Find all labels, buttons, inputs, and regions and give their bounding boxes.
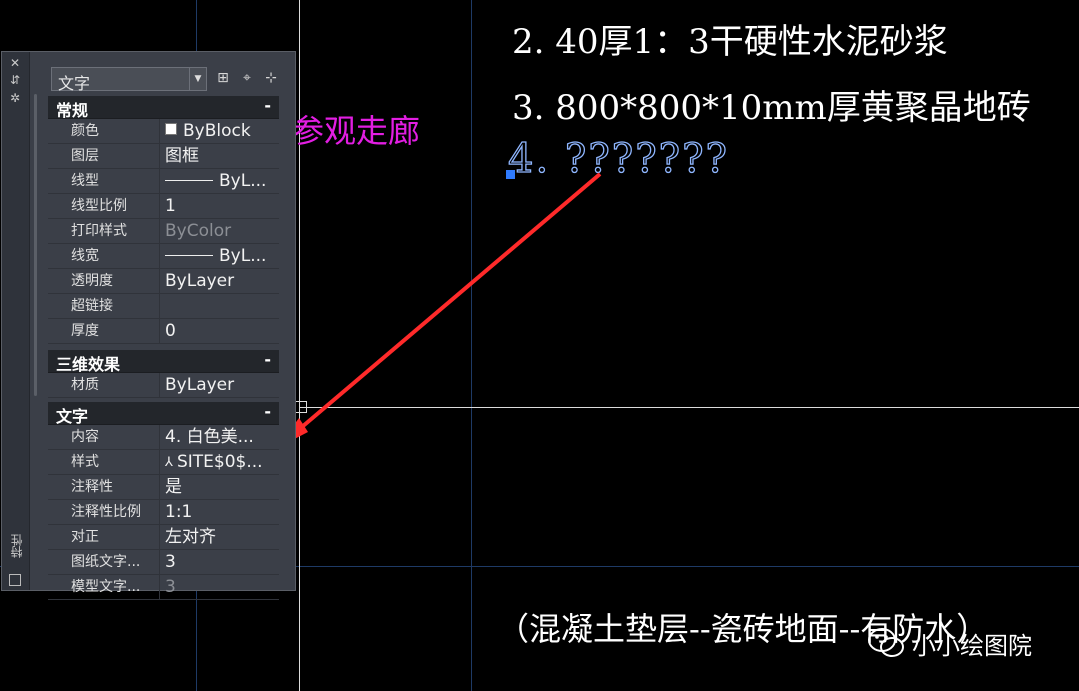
wechat-icon xyxy=(868,628,904,657)
quick-select-icon[interactable]: ⊞ xyxy=(214,69,232,87)
property-row-annotative[interactable]: 注释性 是 xyxy=(48,475,279,500)
lineweight-sample-icon xyxy=(165,255,213,256)
palette-title: 特性 xyxy=(10,534,24,558)
property-row-layer[interactable]: 图层 图框 xyxy=(48,144,279,169)
palette-content: 文字 ▼ ⊞ ⌖ ⊹ 常规 - 颜色 ByBlock 图层 图框 线型 ByL.… xyxy=(32,60,287,600)
properties-palette[interactable]: ✕ ⇵ ✲ 特性 文字 ▼ ⊞ ⌖ ⊹ 常规 - 颜色 ByBlock 图层 图… xyxy=(1,51,296,600)
property-row-justify[interactable]: 对正 左对齐 xyxy=(48,525,279,550)
object-type-value: 文字 xyxy=(58,74,91,93)
close-icon[interactable]: ✕ xyxy=(8,56,22,70)
property-row-transparency[interactable]: 透明度 ByLayer xyxy=(48,269,279,294)
property-row-linetype-scale[interactable]: 线型比例 1 xyxy=(48,194,279,219)
watermark-text: 小小绘图院 xyxy=(912,631,1032,660)
text-style-icon: ⅄ xyxy=(165,455,173,470)
property-row-annotative-scale[interactable]: 注释性比例 1:1 xyxy=(48,500,279,525)
collapse-icon[interactable]: - xyxy=(264,402,271,421)
property-row-style[interactable]: 样式 ⅄ SITE$0$... xyxy=(48,450,279,475)
property-row-contents[interactable]: 内容 4. 白色美... xyxy=(48,425,279,450)
property-row-hyperlink[interactable]: 超链接 xyxy=(48,294,279,319)
collapse-icon[interactable]: - xyxy=(264,350,271,369)
color-swatch-icon xyxy=(165,123,177,135)
property-row-plot-style[interactable]: 打印样式 ByColor xyxy=(48,219,279,244)
scrollbar[interactable] xyxy=(34,94,37,396)
section-general[interactable]: 常规 - xyxy=(48,96,279,120)
chevron-down-icon[interactable]: ▼ xyxy=(189,68,206,90)
property-row-lineweight[interactable]: 线宽 ByL... xyxy=(48,244,279,269)
palette-settings-icon[interactable]: ✲ xyxy=(8,91,22,105)
object-type-dropdown[interactable]: 文字 ▼ xyxy=(51,67,207,93)
property-row-model-text-height[interactable]: 模型文字... 3 xyxy=(48,575,279,600)
linetype-sample-icon xyxy=(165,180,213,181)
property-row-color[interactable]: 颜色 ByBlock xyxy=(48,119,279,144)
watermark: 小小绘图院 xyxy=(866,625,1032,661)
property-grid: 常规 - 颜色 ByBlock 图层 图框 线型 ByL... 线型比例 1 打… xyxy=(48,96,279,600)
auto-hide-icon[interactable]: ⇵ xyxy=(8,73,22,87)
toggle-pickadd-icon[interactable]: ⊹ xyxy=(262,69,280,87)
collapse-icon[interactable]: - xyxy=(264,96,271,115)
section-3d-effects[interactable]: 三维效果 - xyxy=(48,350,279,374)
palette-menu-icon[interactable] xyxy=(9,574,21,586)
property-row-thickness[interactable]: 厚度 0 xyxy=(48,319,279,344)
property-row-paper-text-height[interactable]: 图纸文字... 3 xyxy=(48,550,279,575)
palette-title-strip[interactable]: ✕ ⇵ ✲ 特性 xyxy=(2,52,30,590)
select-objects-icon[interactable]: ⌖ xyxy=(238,69,256,87)
section-text[interactable]: 文字 - xyxy=(48,402,279,426)
property-row-material[interactable]: 材质 ByLayer xyxy=(48,373,279,398)
property-row-linetype[interactable]: 线型 ByL... xyxy=(48,169,279,194)
